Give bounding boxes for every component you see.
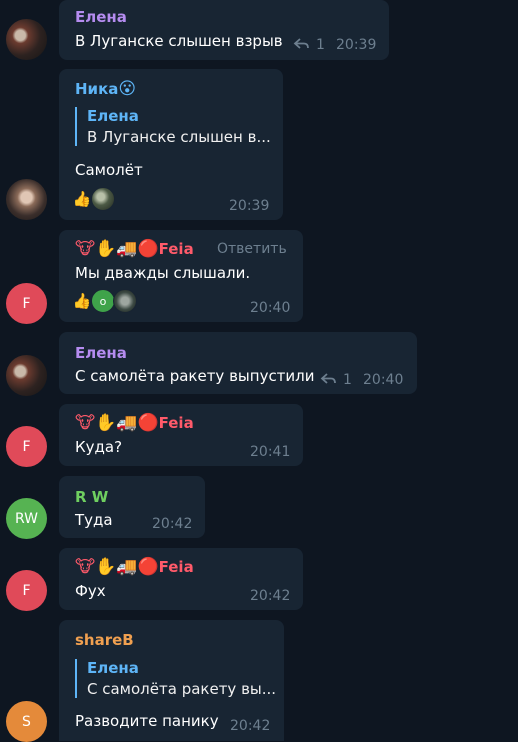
message-bubble[interactable]: 🐮✋🚚🔴Feia Фух 20:42 [59,548,303,610]
reply-action[interactable]: Ответить [217,241,287,257]
reply-count[interactable]: 1 [343,372,352,388]
author-emoji: 🐮✋🚚🔴 [75,413,159,433]
author-emoji: 🐮✋🚚🔴 [75,239,159,259]
reactions[interactable]: 👍 o [71,289,137,313]
message-bubble[interactable]: Елена В Луганске слышен взрыв 1 20:39 [59,0,389,60]
author-name[interactable]: shareB [75,631,134,649]
author-name[interactable]: 🐮✋🚚🔴Feia [75,557,194,577]
author-name[interactable]: 🐮✋🚚🔴Feia [75,413,194,433]
message-text: Мы дважды слышали. [75,264,251,282]
avatar-elena[interactable] [6,355,47,396]
message-text: Туда [75,511,113,529]
avatar-shareb[interactable]: S [6,701,47,742]
reactor-avatar: o [91,289,115,313]
quote-text: В Луганске слышен в... [87,128,271,146]
message-time: 20:41 [250,444,291,460]
author-name[interactable]: R W [75,488,108,506]
author-emoji: 🐮✋🚚🔴 [75,557,159,577]
quote-author: Елена [87,107,139,125]
message-time: 20:39 [229,198,270,214]
message-bubble[interactable]: 🐮✋🚚🔴Feia Куда? 20:41 [59,404,303,466]
avatar-rw[interactable]: RW [6,498,47,539]
message-bubble[interactable]: Ника😮 Елена В Луганске слышен в... Самол… [59,69,283,220]
avatar-elena[interactable] [6,19,47,60]
author-name[interactable]: 🐮✋🚚🔴Feia [75,239,194,259]
message-text: В Луганске слышен взрыв [75,32,283,50]
message-time: 20:42 [250,588,291,604]
reply-quote[interactable]: Елена С самолёта ракету вы... [75,659,276,698]
author-name[interactable]: Ника😮 [75,79,136,99]
message-bubble[interactable]: 🐮✋🚚🔴Feia Ответить Мы дважды слышали. 👍 o… [59,230,303,322]
reply-arrow-icon[interactable] [293,37,311,51]
message-time: 20:42 [152,516,193,532]
thumbs-up-reaction[interactable]: 👍 [71,188,93,210]
avatar-nika[interactable] [6,179,47,220]
message-text: Разводите панику [75,712,219,730]
avatar-feia[interactable]: F [6,570,47,611]
message-text: Фух [75,582,106,600]
message-bubble[interactable]: shareB Елена С самолёта ракету вы... Раз… [59,620,284,741]
quote-author: Елена [87,659,139,677]
thumbs-up-reaction[interactable]: 👍 [71,290,93,312]
reactor-avatar [91,187,115,211]
author-name[interactable]: Елена [75,344,127,362]
message-text: С самолёта ракету выпустили [75,367,315,385]
message-time: 20:42 [230,718,271,734]
reply-count[interactable]: 1 [316,37,325,53]
message-time: 20:40 [250,300,291,316]
avatar-feia[interactable]: F [6,426,47,467]
avatar-feia[interactable]: F [6,283,47,324]
reactions[interactable]: 👍 [71,187,115,211]
message-bubble[interactable]: R W Туда 20:42 [59,476,205,538]
message-text: Куда? [75,438,123,456]
author-emoji: 😮 [118,79,137,99]
message-bubble[interactable]: Елена С самолёта ракету выпустили 1 20:4… [59,332,417,394]
message-text: Самолёт [75,161,143,179]
reply-quote[interactable]: Елена В Луганске слышен в... [75,107,271,146]
author-name[interactable]: Елена [75,8,127,26]
message-time: 20:39 [336,37,377,53]
reply-arrow-icon[interactable] [320,372,338,386]
message-time: 20:40 [363,372,404,388]
quote-text: С самолёта ракету вы... [87,680,277,698]
reactor-avatar [113,289,137,313]
